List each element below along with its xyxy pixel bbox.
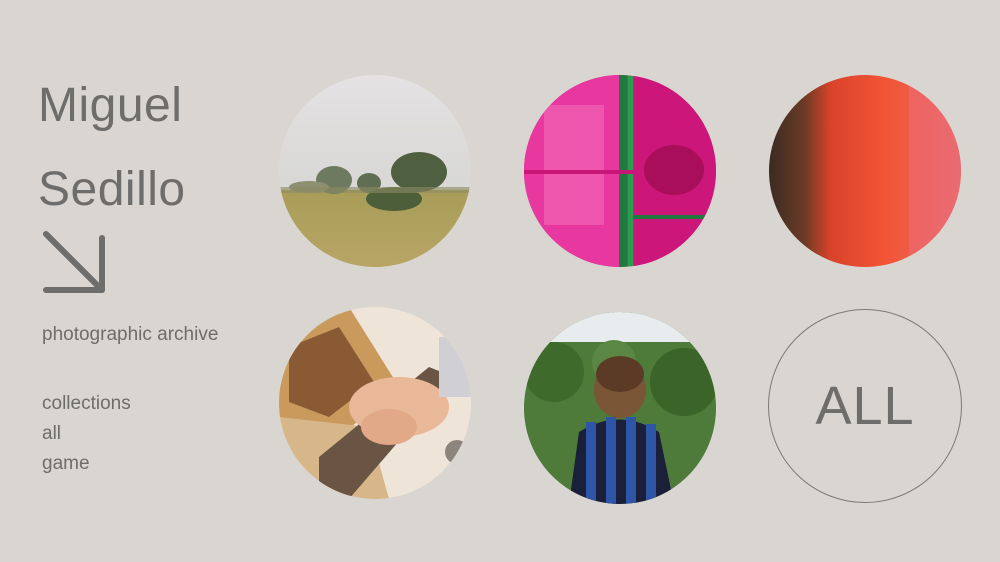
all-button[interactable]: ALL bbox=[768, 309, 962, 503]
photo-woodwork-hands[interactable] bbox=[279, 307, 471, 499]
photo-woodwork-hands-image bbox=[279, 307, 471, 499]
main-nav: collections all game bbox=[42, 389, 131, 479]
photo-foggy-field-image bbox=[279, 75, 471, 267]
nav-collections[interactable]: collections bbox=[42, 389, 131, 419]
tagline: photographic archive bbox=[42, 324, 219, 345]
photo-foggy-field[interactable] bbox=[279, 75, 471, 267]
photo-pink-greenhouse-image bbox=[524, 75, 716, 267]
photo-red-abstract[interactable] bbox=[769, 75, 961, 267]
photo-boy-hedge[interactable] bbox=[524, 312, 716, 504]
photo-pink-greenhouse[interactable] bbox=[524, 75, 716, 267]
site-title: Miguel Sedillo bbox=[38, 64, 186, 232]
arrow-down-right-icon bbox=[43, 231, 105, 293]
all-label: ALL bbox=[815, 376, 915, 436]
photo-red-abstract-image bbox=[769, 75, 961, 267]
photo-boy-hedge-image bbox=[524, 312, 716, 504]
nav-all[interactable]: all bbox=[42, 419, 131, 449]
nav-game[interactable]: game bbox=[42, 449, 131, 479]
name-last: Sedillo bbox=[38, 163, 186, 216]
name-first: Miguel bbox=[38, 79, 183, 132]
